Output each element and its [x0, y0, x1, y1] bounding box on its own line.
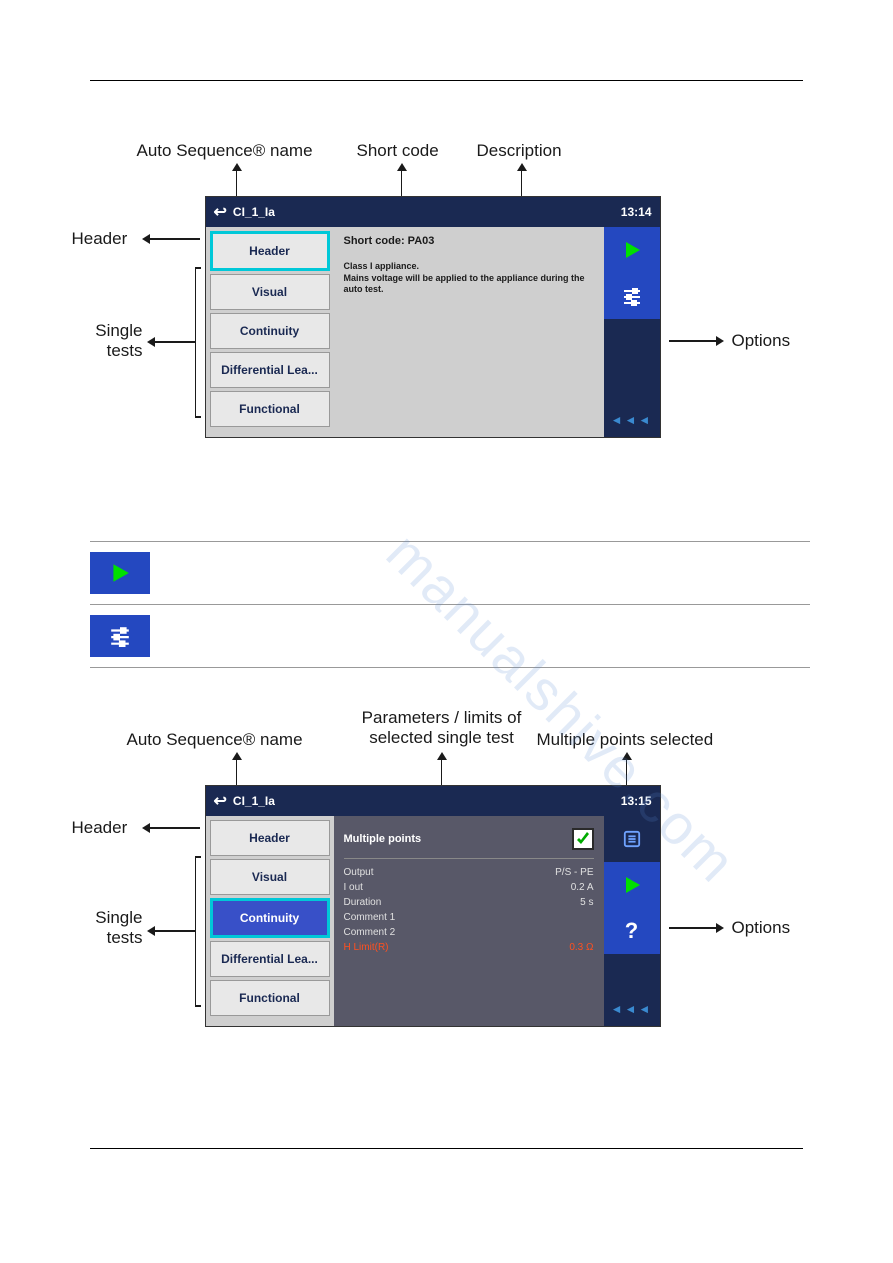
- list-icon: [623, 830, 641, 848]
- callout-header: Header: [72, 229, 128, 249]
- check-icon: [575, 831, 591, 847]
- callout-single-tests-2: Single tests: [83, 908, 143, 949]
- limit-row: H Limit(R) 0.3 Ω: [344, 940, 594, 955]
- top-rule: [90, 80, 803, 81]
- play-icon: [622, 240, 642, 260]
- callout-single-tests: Single tests: [83, 321, 143, 362]
- tab-differential-leakage[interactable]: Differential Lea...: [210, 941, 330, 977]
- tab-visual[interactable]: Visual: [210, 859, 330, 895]
- options-bar: ◄◄◄: [604, 227, 660, 437]
- screen-titlebar: ↩ CI_1_Ia 13:14: [206, 197, 660, 227]
- screen-titlebar-2: ↩ CI_1_Ia 13:15: [206, 786, 660, 816]
- param-row: Output P/S - PE: [344, 865, 594, 880]
- list-button[interactable]: [604, 816, 660, 862]
- param-key: Output: [344, 867, 374, 878]
- option-row-sliders: [90, 605, 810, 668]
- sliders-icon: [622, 286, 642, 306]
- tab-header[interactable]: Header: [210, 231, 330, 271]
- callout-options: Options: [732, 331, 791, 351]
- param-row: I out 0.2 A: [344, 880, 594, 895]
- back-icon[interactable]: ↩: [214, 202, 227, 222]
- sliders-icon: [109, 625, 131, 647]
- param-key: Comment 1: [344, 912, 396, 923]
- param-key: Comment 2: [344, 927, 396, 938]
- play-button[interactable]: [604, 227, 660, 273]
- param-val: 5 s: [580, 897, 593, 908]
- param-val: P/S - PE: [555, 867, 593, 878]
- screen-time-2: 13:15: [621, 794, 652, 808]
- callout-short-code: Short code: [357, 141, 439, 161]
- screen-title: CI_1_Ia: [233, 205, 275, 219]
- tab-header[interactable]: Header: [210, 820, 330, 856]
- multiple-points-label: Multiple points: [344, 833, 422, 845]
- sliders-icon-cell: [90, 615, 150, 657]
- tab-functional[interactable]: Functional: [210, 980, 330, 1016]
- short-code-text: Short code: PA03: [344, 235, 594, 247]
- callout-multiple-points: Multiple points selected: [537, 730, 714, 750]
- back-icon[interactable]: ↩: [214, 791, 227, 811]
- figure-1: Auto Sequence® name Short code Descripti…: [77, 141, 817, 501]
- tab-continuity[interactable]: Continuity: [210, 313, 330, 349]
- play-button[interactable]: [604, 862, 660, 908]
- help-button[interactable]: ?: [604, 908, 660, 954]
- device-screen-2: ↩ CI_1_Ia 13:15 Header Visual Continuity…: [205, 785, 661, 1027]
- param-row: Comment 1: [344, 910, 594, 925]
- bottom-rule: [90, 1148, 803, 1149]
- callout-params-limits: Parameters / limits of selected single t…: [357, 708, 527, 749]
- screen-main-panel: Short code: PA03 Class I appliance. Main…: [334, 227, 604, 437]
- options-spacer: [604, 954, 660, 996]
- play-icon: [109, 562, 131, 584]
- multiple-points-checkbox[interactable]: [572, 828, 594, 850]
- callout-autosequence-name: Auto Sequence® name: [137, 141, 313, 161]
- figure-2: Auto Sequence® name Parameters / limits …: [77, 708, 817, 1088]
- play-icon: [622, 875, 642, 895]
- screen-main-panel-2: Multiple points Output P/S - PE I out 0.2 …: [334, 816, 604, 1026]
- param-key: I out: [344, 882, 363, 893]
- options-spacer: [604, 319, 660, 407]
- limit-val: 0.3 Ω: [569, 942, 593, 953]
- test-tabs-sidebar-2: Header Visual Continuity Differential Le…: [206, 816, 334, 1026]
- param-val: 0.2 A: [571, 882, 594, 893]
- tab-visual[interactable]: Visual: [210, 274, 330, 310]
- param-key: Duration: [344, 897, 382, 908]
- description-text: Class I appliance. Mains voltage will be…: [344, 261, 594, 296]
- test-tabs-sidebar: Header Visual Continuity Differential Le…: [206, 227, 334, 437]
- callout-options-2: Options: [732, 918, 791, 938]
- tab-functional[interactable]: Functional: [210, 391, 330, 427]
- param-row: Comment 2: [344, 925, 594, 940]
- option-row-play: [90, 542, 810, 605]
- screen-time: 13:14: [621, 205, 652, 219]
- device-screen-1: ↩ CI_1_Ia 13:14 Header Visual Continuity…: [205, 196, 661, 438]
- expand-chevrons[interactable]: ◄◄◄: [604, 407, 660, 437]
- callout-header-2: Header: [72, 818, 128, 838]
- play-icon-cell: [90, 552, 150, 594]
- callout-autosequence-name-2: Auto Sequence® name: [127, 730, 303, 750]
- options-table: [90, 541, 810, 668]
- param-row: Duration 5 s: [344, 895, 594, 910]
- tab-continuity[interactable]: Continuity: [210, 898, 330, 938]
- callout-description: Description: [477, 141, 562, 161]
- settings-button[interactable]: [604, 273, 660, 319]
- limit-key: H Limit(R): [344, 942, 389, 953]
- tab-differential-leakage[interactable]: Differential Lea...: [210, 352, 330, 388]
- screen-title-2: CI_1_Ia: [233, 794, 275, 808]
- expand-chevrons[interactable]: ◄◄◄: [604, 996, 660, 1026]
- options-bar-2: ? ◄◄◄: [604, 816, 660, 1026]
